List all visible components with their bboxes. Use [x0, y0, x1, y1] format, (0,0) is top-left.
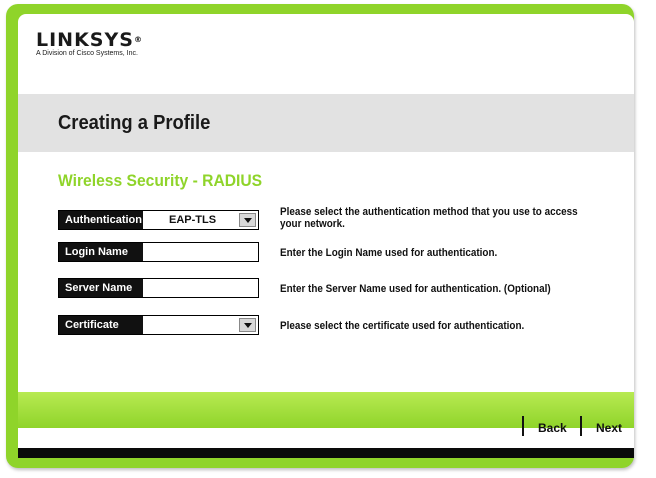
footer-bar — [18, 448, 634, 458]
wizard-window: LINKSYS® A Division of Cisco Systems, In… — [18, 14, 634, 458]
chevron-down-icon[interactable] — [239, 213, 256, 227]
nav-separator — [580, 416, 582, 436]
certificate-label: Certificate — [59, 316, 143, 334]
logo-tagline: A Division of Cisco Systems, Inc. — [36, 50, 138, 57]
server-name-description-line: Enter the Server Name used for authentic… — [280, 283, 586, 295]
section-title: Wireless Security - RADIUS — [58, 171, 263, 190]
optional-tag: (Optional) — [503, 283, 551, 295]
login-name-description: Enter the Login Name used for authentica… — [280, 247, 498, 259]
logo-text: LINKSYS — [36, 29, 134, 51]
logo-registered-mark: ® — [133, 35, 143, 44]
back-button[interactable]: Back — [538, 418, 567, 438]
nav-separator — [522, 416, 524, 436]
authentication-label: Authentication — [59, 211, 143, 229]
server-name-description: Enter the Server Name used for authentic… — [280, 283, 502, 295]
certificate-description: Please select the certificate used for a… — [280, 320, 525, 332]
wizard-frame: LINKSYS® A Division of Cisco Systems, In… — [6, 4, 634, 468]
authentication-description: Please select the authentication method … — [280, 206, 578, 230]
next-button[interactable]: Next — [596, 418, 622, 438]
server-name-label: Server Name — [59, 279, 143, 297]
linksys-logo: LINKSYS® A Division of Cisco Systems, In… — [36, 30, 143, 57]
chevron-down-icon[interactable] — [239, 318, 256, 332]
certificate-select[interactable]: Certificate — [58, 315, 259, 335]
login-name-field[interactable]: Login Name — [58, 242, 259, 262]
authentication-value: EAP-TLS — [169, 214, 217, 226]
authentication-select[interactable]: Authentication EAP-TLS — [58, 210, 259, 230]
login-name-label: Login Name — [59, 243, 143, 261]
server-name-field[interactable]: Server Name — [58, 278, 259, 298]
page-title: Creating a Profile — [58, 112, 211, 134]
